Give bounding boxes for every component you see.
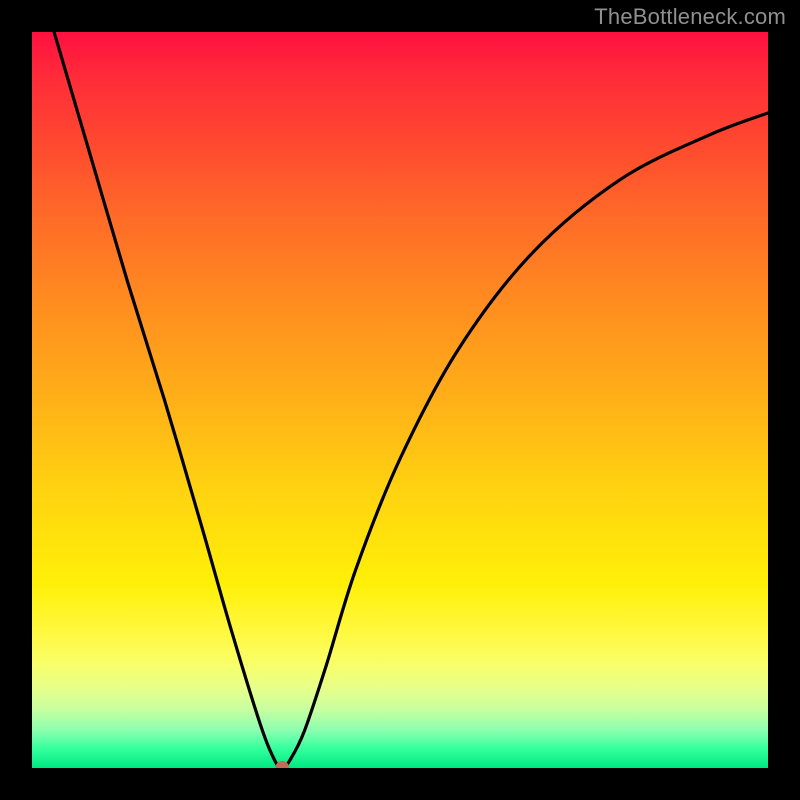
curve-layer [32,32,768,768]
plot-area [32,32,768,768]
watermark-text: TheBottleneck.com [594,4,786,30]
bottleneck-curve [54,32,768,768]
chart-frame: TheBottleneck.com [0,0,800,800]
